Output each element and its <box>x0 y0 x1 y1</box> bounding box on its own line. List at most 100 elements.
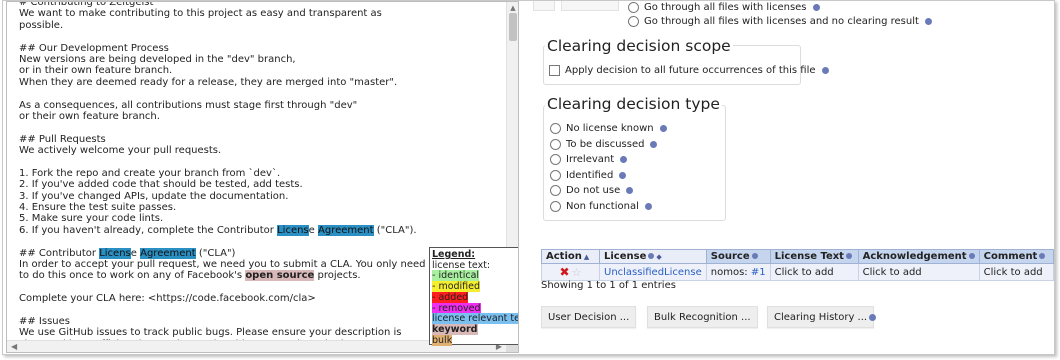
file-line: 2. If you've added code that should be t… <box>19 179 500 190</box>
clearing-type-option[interactable]: Identified <box>550 169 627 181</box>
file-line: 1. Fork the repo and create your branch … <box>19 168 500 179</box>
line-text: to do this once to work on any of Facebo… <box>19 270 246 282</box>
radio-button[interactable] <box>550 154 561 166</box>
line-text: ("CLA") <box>195 247 236 259</box>
table-info: Showing 1 to 1 of 1 entries <box>541 280 676 291</box>
option-go-through-no-clearing[interactable]: Go through all files with licenses and n… <box>628 16 932 27</box>
info-icon[interactable] <box>619 171 627 179</box>
column-license-text[interactable]: License Text <box>769 249 859 264</box>
acknowledgement-cell[interactable]: Click to add <box>857 263 980 281</box>
license-text-cell[interactable]: Click to add <box>769 263 859 281</box>
column-acknowledgement-label: Acknowledgement <box>862 251 967 262</box>
option-label: No license known <box>566 123 654 134</box>
column-comment[interactable]: Comment <box>978 249 1055 264</box>
scroll-up-icon[interactable]: ▲ <box>509 4 517 12</box>
info-icon[interactable] <box>659 125 667 132</box>
clearing-type-option[interactable]: Do not use <box>550 185 634 197</box>
info-icon[interactable] <box>1039 253 1046 259</box>
file-line: 3. If you've changed APIs, update the do… <box>19 191 500 202</box>
license-relevant-highlight: Agreement <box>140 247 196 259</box>
info-icon[interactable] <box>845 253 852 259</box>
line-text: projects. <box>314 270 361 282</box>
file-line: We actively welcome your pull requests. <box>19 145 500 156</box>
info-icon[interactable] <box>869 314 876 321</box>
clearing-type-title: Clearing decision type <box>545 95 722 113</box>
clearing-history-button[interactable]: Clearing History ... <box>767 306 875 328</box>
line-text: ## Contributor <box>19 247 100 259</box>
line-text: # Contributing to Zeitgeist <box>19 1 154 8</box>
line-text: New versions are being developed in the … <box>19 53 296 65</box>
legend-modified: - modified <box>432 281 481 293</box>
column-license-text-label: License Text <box>774 251 844 262</box>
star-icon[interactable]: ☆ <box>572 266 582 279</box>
radio-button[interactable] <box>550 169 561 181</box>
clearing-type-option[interactable]: To be discussed <box>550 138 658 150</box>
column-action[interactable]: Action ▲ <box>541 249 600 264</box>
option-go-through-licenses[interactable]: Go through all files with licenses <box>628 2 820 13</box>
top-control[interactable] <box>533 1 555 11</box>
radio-button[interactable] <box>550 185 561 197</box>
file-line: New versions are being developed in the … <box>19 54 500 65</box>
bulk-recognition-button[interactable]: Bulk Recognition ... <box>647 306 758 328</box>
option-label: Identified <box>566 169 614 181</box>
legend-removed: - removed <box>432 302 481 314</box>
file-line: As a consequences, all contributions mus… <box>19 100 500 111</box>
file-line: In order to accept your pull request, we… <box>19 259 500 270</box>
radio-button[interactable] <box>550 138 561 150</box>
radio-button[interactable] <box>550 123 561 134</box>
license-link[interactable]: UnclassifiedLicense <box>604 267 702 278</box>
line-text: As a consequences, all contributions mus… <box>19 99 358 111</box>
scrollbar-thumb[interactable] <box>509 13 517 41</box>
legend-title: Legend: <box>432 249 476 260</box>
sort-icon[interactable]: ◆ <box>656 253 661 261</box>
apply-future-checkbox[interactable] <box>549 65 560 76</box>
info-icon[interactable] <box>924 18 932 25</box>
info-icon[interactable] <box>626 187 634 195</box>
info-icon[interactable] <box>648 253 655 259</box>
license-relevant-highlight: Licens <box>277 224 309 236</box>
scroll-left-icon[interactable]: ◀ <box>11 342 17 351</box>
user-decision-button[interactable]: User Decision ... <box>541 306 637 328</box>
remove-icon[interactable]: ✖ <box>560 265 570 279</box>
source-link[interactable]: #1 <box>751 267 766 278</box>
line-text: ## Pull Requests <box>19 133 106 145</box>
radio-button[interactable] <box>628 16 639 27</box>
info-icon[interactable] <box>620 156 628 164</box>
info-icon[interactable] <box>751 253 758 259</box>
line-text: 3. If you've changed APIs, update the do… <box>19 190 289 202</box>
info-icon[interactable] <box>644 203 652 210</box>
clearing-type-option[interactable]: Non functional <box>550 201 652 212</box>
license-relevant-highlight: Agreement <box>318 224 374 236</box>
line-text: ("CLA"). <box>373 224 417 236</box>
column-source[interactable]: Source <box>705 249 771 264</box>
file-line: We use GitHub issues to track public bug… <box>19 327 500 338</box>
info-icon[interactable] <box>812 4 820 11</box>
comment-cell[interactable]: Click to add <box>978 263 1055 281</box>
file-line <box>19 122 500 133</box>
top-control[interactable] <box>561 1 619 11</box>
info-icon[interactable] <box>650 140 658 148</box>
line-text: ## Issues <box>19 315 71 327</box>
clearing-type-option[interactable]: Irrelevant <box>550 154 628 166</box>
option-label: To be discussed <box>566 138 645 150</box>
info-icon[interactable] <box>821 67 829 74</box>
file-line: 4. Ensure the test suite passes. <box>19 202 500 213</box>
radio-button[interactable] <box>628 2 639 13</box>
line-text: or their own feature branch. <box>19 110 160 122</box>
sort-asc-icon[interactable]: ▲ <box>584 253 589 261</box>
legend-keyword: keyword <box>432 324 478 336</box>
column-acknowledgement[interactable]: Acknowledgement <box>857 249 980 264</box>
line-text: e <box>308 224 318 236</box>
line-text: 5. Make sure your code lints. <box>19 213 164 225</box>
column-license[interactable]: License ◆ <box>599 249 707 264</box>
option-label: Go through all files with licenses and n… <box>644 16 919 27</box>
line-text: possible. <box>19 19 64 31</box>
option-label: Go through all files with licenses <box>644 2 807 13</box>
radio-button[interactable] <box>550 201 561 212</box>
line-text: We actively welcome your pull requests. <box>19 145 222 157</box>
keyword-highlight: open source <box>245 270 315 282</box>
apply-future-checkbox-row[interactable]: Apply decision to all future occurrences… <box>549 65 829 76</box>
clearing-type-option[interactable]: No license known <box>550 123 667 134</box>
file-content-viewer[interactable]: # Contributing to Zeitgeist We want to ma… <box>6 1 519 353</box>
info-icon[interactable] <box>968 253 975 259</box>
